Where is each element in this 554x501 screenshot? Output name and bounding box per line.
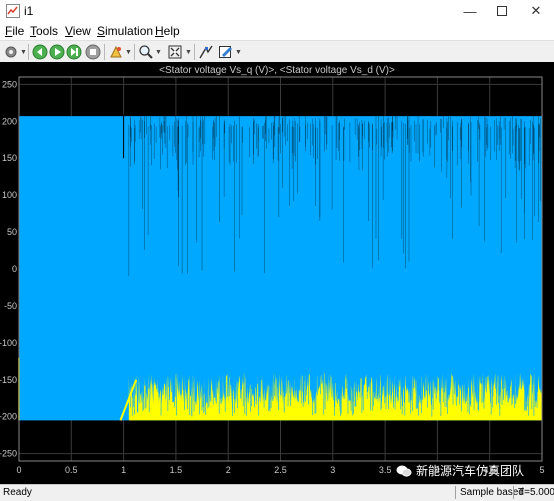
- watermark-text: 新能源汽车仿真团队: [416, 464, 525, 478]
- zoom-icon[interactable]: [138, 44, 154, 60]
- menu-file[interactable]: File: [5, 24, 24, 38]
- x-tick-label: 3.5: [379, 465, 392, 475]
- toolbar-separator: [104, 44, 105, 60]
- close-button[interactable]: ✕: [520, 0, 552, 22]
- data-layer: [18, 113, 543, 421]
- scope-chart: <Stator voltage Vs_q (V)>, <Stator volta…: [0, 65, 545, 475]
- y-tick-label: 150: [2, 153, 17, 163]
- toolbar: ▼ ▼ ▼ ▼ ▼: [0, 40, 554, 64]
- minimize-button[interactable]: —: [454, 0, 486, 22]
- maximize-icon: [497, 6, 507, 16]
- status-ready: Ready: [3, 487, 32, 498]
- autoscale-dropdown-icon[interactable]: ▼: [185, 49, 192, 56]
- settings-gear-icon[interactable]: [3, 44, 19, 60]
- toolbar-separator: [194, 44, 195, 60]
- step-forward-icon[interactable]: [66, 44, 82, 60]
- matlab-icon: [6, 4, 20, 18]
- y-tick-label: -100: [0, 338, 17, 348]
- series-vs-q-envelope: [19, 116, 542, 421]
- x-tick-label: 2.5: [274, 465, 287, 475]
- stop-icon[interactable]: [85, 44, 101, 60]
- scope-plot-area[interactable]: <Stator voltage Vs_q (V)>, <Stator volta…: [0, 62, 554, 484]
- y-tick-label: -50: [4, 301, 17, 311]
- settings-dropdown-icon[interactable]: ▼: [20, 49, 27, 56]
- status-time: T=5.000: [513, 486, 554, 499]
- y-tick-label: 0: [12, 264, 17, 274]
- plot-title: <Stator voltage Vs_q (V)>, <Stator volta…: [159, 65, 395, 76]
- y-tick-label: 200: [2, 116, 17, 126]
- menu-help[interactable]: Help: [155, 24, 180, 38]
- menu-bar: File Tools View Simulation Help: [0, 22, 554, 40]
- style-dropdown-icon[interactable]: ▼: [235, 49, 242, 56]
- step-back-icon[interactable]: [32, 44, 48, 60]
- autoscale-icon[interactable]: [167, 44, 183, 60]
- zoom-dropdown-icon[interactable]: ▼: [155, 49, 162, 56]
- y-tick-label: -200: [0, 412, 17, 422]
- x-tick-label: 1.5: [170, 465, 183, 475]
- menu-tools[interactable]: Tools: [30, 24, 58, 38]
- toolbar-separator: [28, 44, 29, 60]
- cursor-measure-icon[interactable]: [198, 44, 214, 60]
- y-tick-label: -250: [0, 449, 17, 459]
- x-tick-label: 0: [16, 465, 21, 475]
- x-tick-label: 2: [226, 465, 231, 475]
- toolbar-separator: [134, 44, 135, 60]
- y-tick-label: 100: [2, 190, 17, 200]
- maximize-button[interactable]: [486, 0, 518, 22]
- x-tick-label: 3: [330, 465, 335, 475]
- wechat-icon: [396, 465, 412, 477]
- x-tick-label: 0.5: [65, 465, 78, 475]
- highlight-dropdown-icon[interactable]: ▼: [125, 49, 132, 56]
- style-icon[interactable]: [218, 44, 234, 60]
- run-icon[interactable]: [49, 44, 65, 60]
- y-tick-label: 250: [2, 79, 17, 89]
- menu-simulation[interactable]: Simulation: [97, 24, 153, 38]
- y-tick-label: 50: [7, 227, 17, 237]
- watermark: 新能源汽车仿真团队: [396, 462, 524, 479]
- x-tick-label: 5: [539, 465, 544, 475]
- window-title: i1: [24, 4, 34, 18]
- close-icon: ✕: [530, 3, 542, 18]
- y-tick-label: -150: [0, 375, 17, 385]
- title-bar: i1 — ✕: [0, 0, 554, 22]
- x-tick-label: 1: [121, 465, 126, 475]
- highlight-icon[interactable]: [108, 44, 124, 60]
- minimize-icon: —: [463, 3, 477, 19]
- status-bar: Ready Sample based T=5.000: [0, 484, 554, 501]
- menu-view[interactable]: View: [65, 24, 91, 38]
